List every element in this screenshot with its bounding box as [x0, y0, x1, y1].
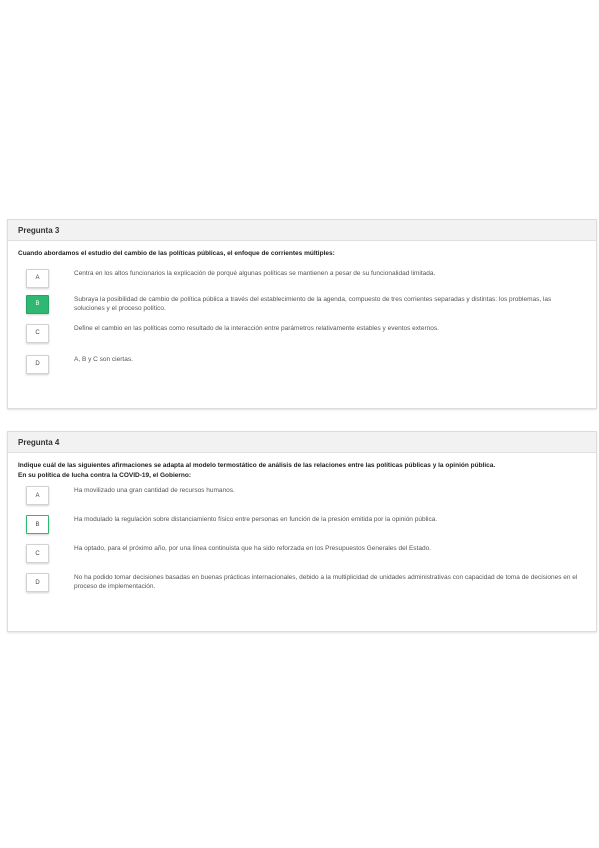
option-letter-button[interactable]: C	[26, 544, 49, 563]
option-text: No ha podido tomar decisiones basadas en…	[74, 574, 578, 590]
option-letter-button[interactable]: C	[26, 323, 49, 343]
question-line-2: En su política de lucha contra la COVID-…	[18, 471, 192, 479]
question-header: Pregunta 4	[8, 432, 596, 453]
option-letter-button[interactable]: D	[26, 354, 49, 374]
option-text: Ha modulado la regulación sobre distanci…	[74, 516, 438, 523]
answer-options: A Centra en los altos funcionarios la ex…	[8, 268, 596, 374]
question-card-4: Pregunta 4 Indique cuál de las siguiente…	[7, 431, 597, 632]
option-text: A, B y C son ciertas.	[74, 355, 133, 363]
answer-options: A Ha movilizado una gran cantidad de rec…	[8, 486, 596, 592]
option-letter-button-selected[interactable]: B	[26, 515, 49, 534]
question-text: Cuando abordamos el estudio del cambio d…	[18, 250, 335, 257]
question-text: Indique cuál de las siguientes afirmacio…	[8, 453, 596, 484]
option-c[interactable]: C Define el cambio en las políticas como…	[18, 323, 586, 343]
option-letter-button[interactable]: A	[26, 486, 49, 505]
option-text: Subraya la posibilidad de cambio de polí…	[74, 295, 552, 312]
question-card-3: Pregunta 3 Cuando abordamos el estudio d…	[7, 219, 597, 409]
option-text: Define el cambio en las políticas como r…	[74, 324, 439, 332]
option-d[interactable]: D A, B y C son ciertas.	[18, 354, 586, 374]
option-text: Centra en los altos funcionarios la expl…	[74, 269, 436, 277]
option-a[interactable]: A Centra en los altos funcionarios la ex…	[18, 268, 586, 288]
option-b[interactable]: B Ha modulado la regulación sobre distan…	[18, 515, 586, 534]
option-a[interactable]: A Ha movilizado una gran cantidad de rec…	[18, 486, 586, 505]
question-line-1: Indique cuál de las siguientes afirmacio…	[18, 462, 496, 469]
option-text: Ha optado, para el próximo año, por una …	[74, 545, 432, 552]
option-letter-button-selected[interactable]: B	[26, 294, 49, 314]
option-letter-button[interactable]: A	[26, 268, 49, 288]
option-text: Ha movilizado una gran cantidad de recur…	[74, 487, 235, 494]
option-b[interactable]: B Subraya la posibilidad de cambio de po…	[18, 294, 586, 314]
option-letter-button[interactable]: D	[26, 573, 49, 592]
question-header: Pregunta 3	[8, 220, 596, 241]
option-d[interactable]: D No ha podido tomar decisiones basadas …	[18, 573, 586, 592]
option-c[interactable]: C Ha optado, para el próximo año, por un…	[18, 544, 586, 563]
